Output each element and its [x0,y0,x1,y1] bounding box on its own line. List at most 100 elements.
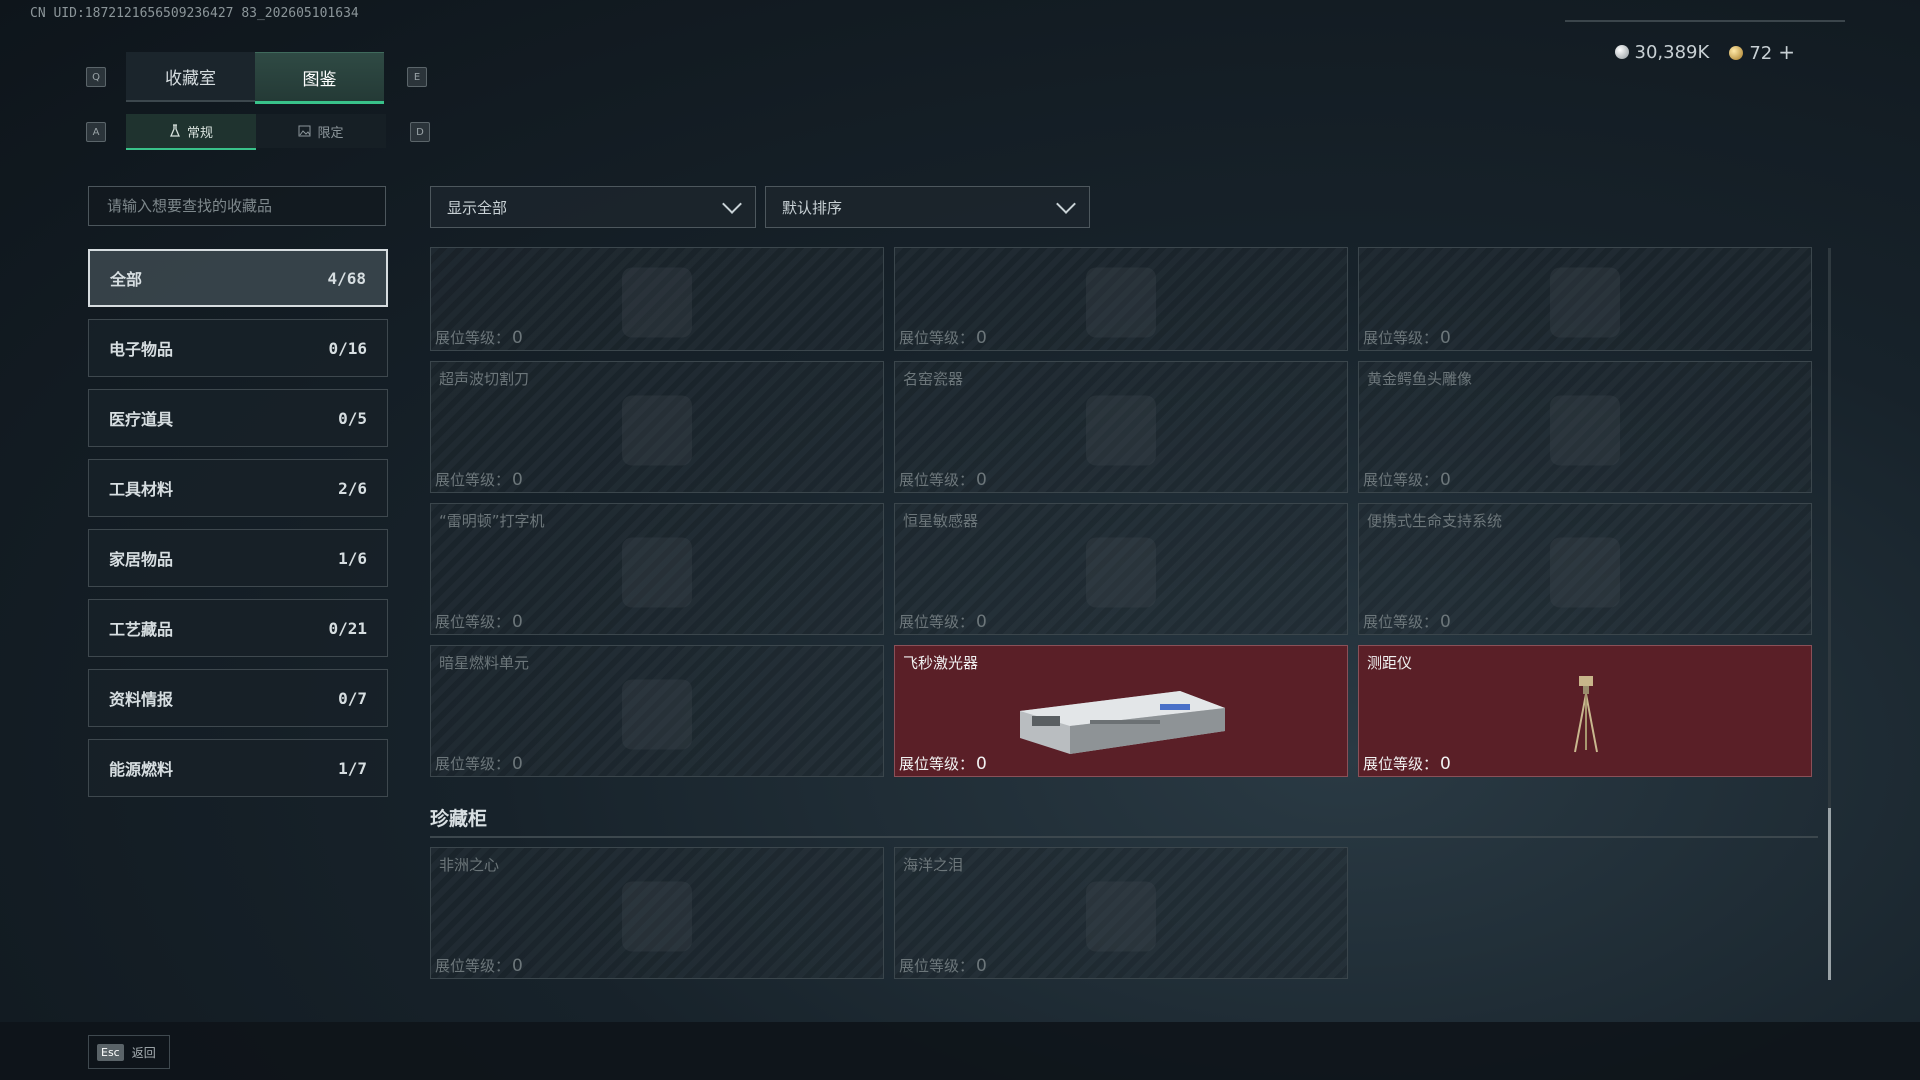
category-label: 工具材料 [109,480,174,499]
gold-coin-icon [1729,46,1744,60]
category-medical[interactable]: 医疗道具 0/5 [88,389,388,447]
collection-card[interactable]: 暗星燃料单元 展位等级： 0 [430,645,884,777]
key-e-hint: E [407,67,427,87]
card-level: 展位等级： 0 [435,470,523,490]
image-icon [298,125,311,137]
card-name: 便携式生命支持系统 [1367,512,1503,530]
card-level: 展位等级： 0 [1363,470,1451,490]
card-level: 展位等级： 0 [899,470,987,490]
footer-bar [0,1022,1920,1080]
item-silhouette [622,267,692,338]
add-currency-button[interactable]: + [1778,40,1795,64]
collection-card-owned[interactable]: 测距仪 展位等级： 0 [1358,645,1812,777]
category-count: 1/6 [338,548,367,568]
category-electronics[interactable]: 电子物品 0/16 [88,319,388,377]
card-level: 展位等级： 0 [1363,754,1451,774]
main-tabs: 收藏室 图鉴 [126,52,384,104]
card-level: 展位等级： 0 [435,328,523,348]
category-label: 家居物品 [109,550,174,569]
scrollbar-thumb[interactable] [1828,808,1831,980]
category-list: 全部 4/68 电子物品 0/16 医疗道具 0/5 工具材料 2/6 家居物品 1/6 … [88,249,388,809]
category-count: 0/5 [338,408,367,428]
collection-card[interactable]: 黄金鳄鱼头雕像展位等级： 0 [1358,361,1812,493]
item-silhouette [1550,267,1620,338]
card-name: 暗星燃料单元 [439,654,530,672]
category-label: 全部 [110,270,143,289]
category-label: 医疗道具 [109,410,174,429]
flask-icon [169,124,180,137]
rangefinder-image [1574,676,1598,753]
category-tools[interactable]: 工具材料 2/6 [88,459,388,517]
collection-card[interactable]: 非洲之心 展位等级： 0 [430,847,884,979]
treasure-grid: 非洲之心 展位等级： 0 海洋之泪展位等级： 0 [430,847,1348,979]
silver-coin-icon [1614,44,1629,59]
card-name: 黄金鳄鱼头雕像 [1367,370,1473,388]
collection-card[interactable]: 名窑瓷器展位等级： 0 [894,361,1348,493]
category-count: 1/7 [338,758,367,778]
card-level: 展位等级： 0 [1363,328,1451,348]
card-name: 恒星敏感器 [903,512,979,530]
card-name: 超声波切割刀 [439,370,530,388]
collection-card[interactable]: 展位等级： 0 [430,247,884,351]
gold-amount: 72 [1749,43,1773,64]
scrollbar[interactable] [1828,248,1831,980]
subtab-limited[interactable]: 限定 [256,114,386,148]
item-silhouette [622,679,692,750]
card-name: 名窑瓷器 [903,370,964,388]
collection-card[interactable]: 超声波切割刀展位等级： 0 [430,361,884,493]
key-d-hint: D [410,122,430,142]
tab-collection-room[interactable]: 收藏室 [126,52,255,102]
collection-card[interactable]: 海洋之泪展位等级： 0 [894,847,1348,979]
section-divider [430,836,1818,838]
sub-tabs: 常规 限定 [126,114,386,150]
category-crafts[interactable]: 工艺藏品 0/21 [88,599,388,657]
card-name: 海洋之泪 [903,856,964,874]
currency-bar: 30,389K 72 + [1614,40,1795,64]
category-count: 0/7 [338,688,367,708]
section-title: 珍藏柜 [430,808,488,830]
search-box [88,186,386,226]
card-name: 飞秒激光器 [903,654,979,672]
collection-card[interactable]: 展位等级： 0 [894,247,1348,351]
item-silhouette [1550,395,1620,466]
card-name: 非洲之心 [439,856,500,874]
category-label: 资料情报 [109,690,174,709]
category-label: 电子物品 [109,340,174,359]
card-name: “雷明顿”打字机 [439,512,545,530]
silver-amount: 30,389K [1634,41,1710,63]
category-household[interactable]: 家居物品 1/6 [88,529,388,587]
filter-dropdown[interactable]: 显示全部 [430,186,756,228]
femtosecond-laser-image [1020,691,1225,754]
search-input[interactable] [105,196,369,216]
key-q-hint: Q [86,67,106,87]
category-intel[interactable]: 资料情报 0/7 [88,669,388,727]
uid-label: CN UID:1872121656509236427 83_2026051016… [30,6,359,21]
silver-currency: 30,389K [1614,41,1710,63]
item-silhouette [1086,395,1156,466]
card-level: 展位等级： 0 [435,612,523,632]
top-divider [1565,20,1845,22]
item-silhouette [1086,881,1156,952]
card-level: 展位等级： 0 [899,612,987,632]
esc-key-icon: Esc [97,1043,124,1061]
subtab-limited-label: 限定 [317,125,344,141]
card-level: 展位等级： 0 [899,754,987,774]
item-silhouette [1550,537,1620,608]
collection-card[interactable]: “雷明顿”打字机展位等级： 0 [430,503,884,635]
collection-card[interactable]: 恒星敏感器展位等级： 0 [894,503,1348,635]
collection-grid: 展位等级： 0 展位等级： 0 展位等级： 0 超声波切割刀 展位等级： 0 名窑瓷器 展位… [430,247,1818,787]
subtab-regular-label: 常规 [186,125,213,141]
category-all[interactable]: 全部 4/68 [88,249,388,307]
card-level: 展位等级： 0 [899,956,987,976]
item-silhouette [622,881,692,952]
subtab-regular[interactable]: 常规 [126,114,256,150]
collection-card-owned[interactable]: 飞秒激光器 展位等级： 0 [894,645,1348,777]
category-energy[interactable]: 能源燃料 1/7 [88,739,388,797]
item-silhouette [622,395,692,466]
tab-catalog[interactable]: 图鉴 [255,52,384,104]
collection-card[interactable]: 便携式生命支持系统 展位等级： 0 [1358,503,1812,635]
sort-dropdown[interactable]: 默认排序 [765,186,1090,228]
item-silhouette [622,537,692,608]
collection-card[interactable]: 展位等级： 0 [1358,247,1812,351]
back-button[interactable]: Esc 返回 [88,1035,170,1069]
